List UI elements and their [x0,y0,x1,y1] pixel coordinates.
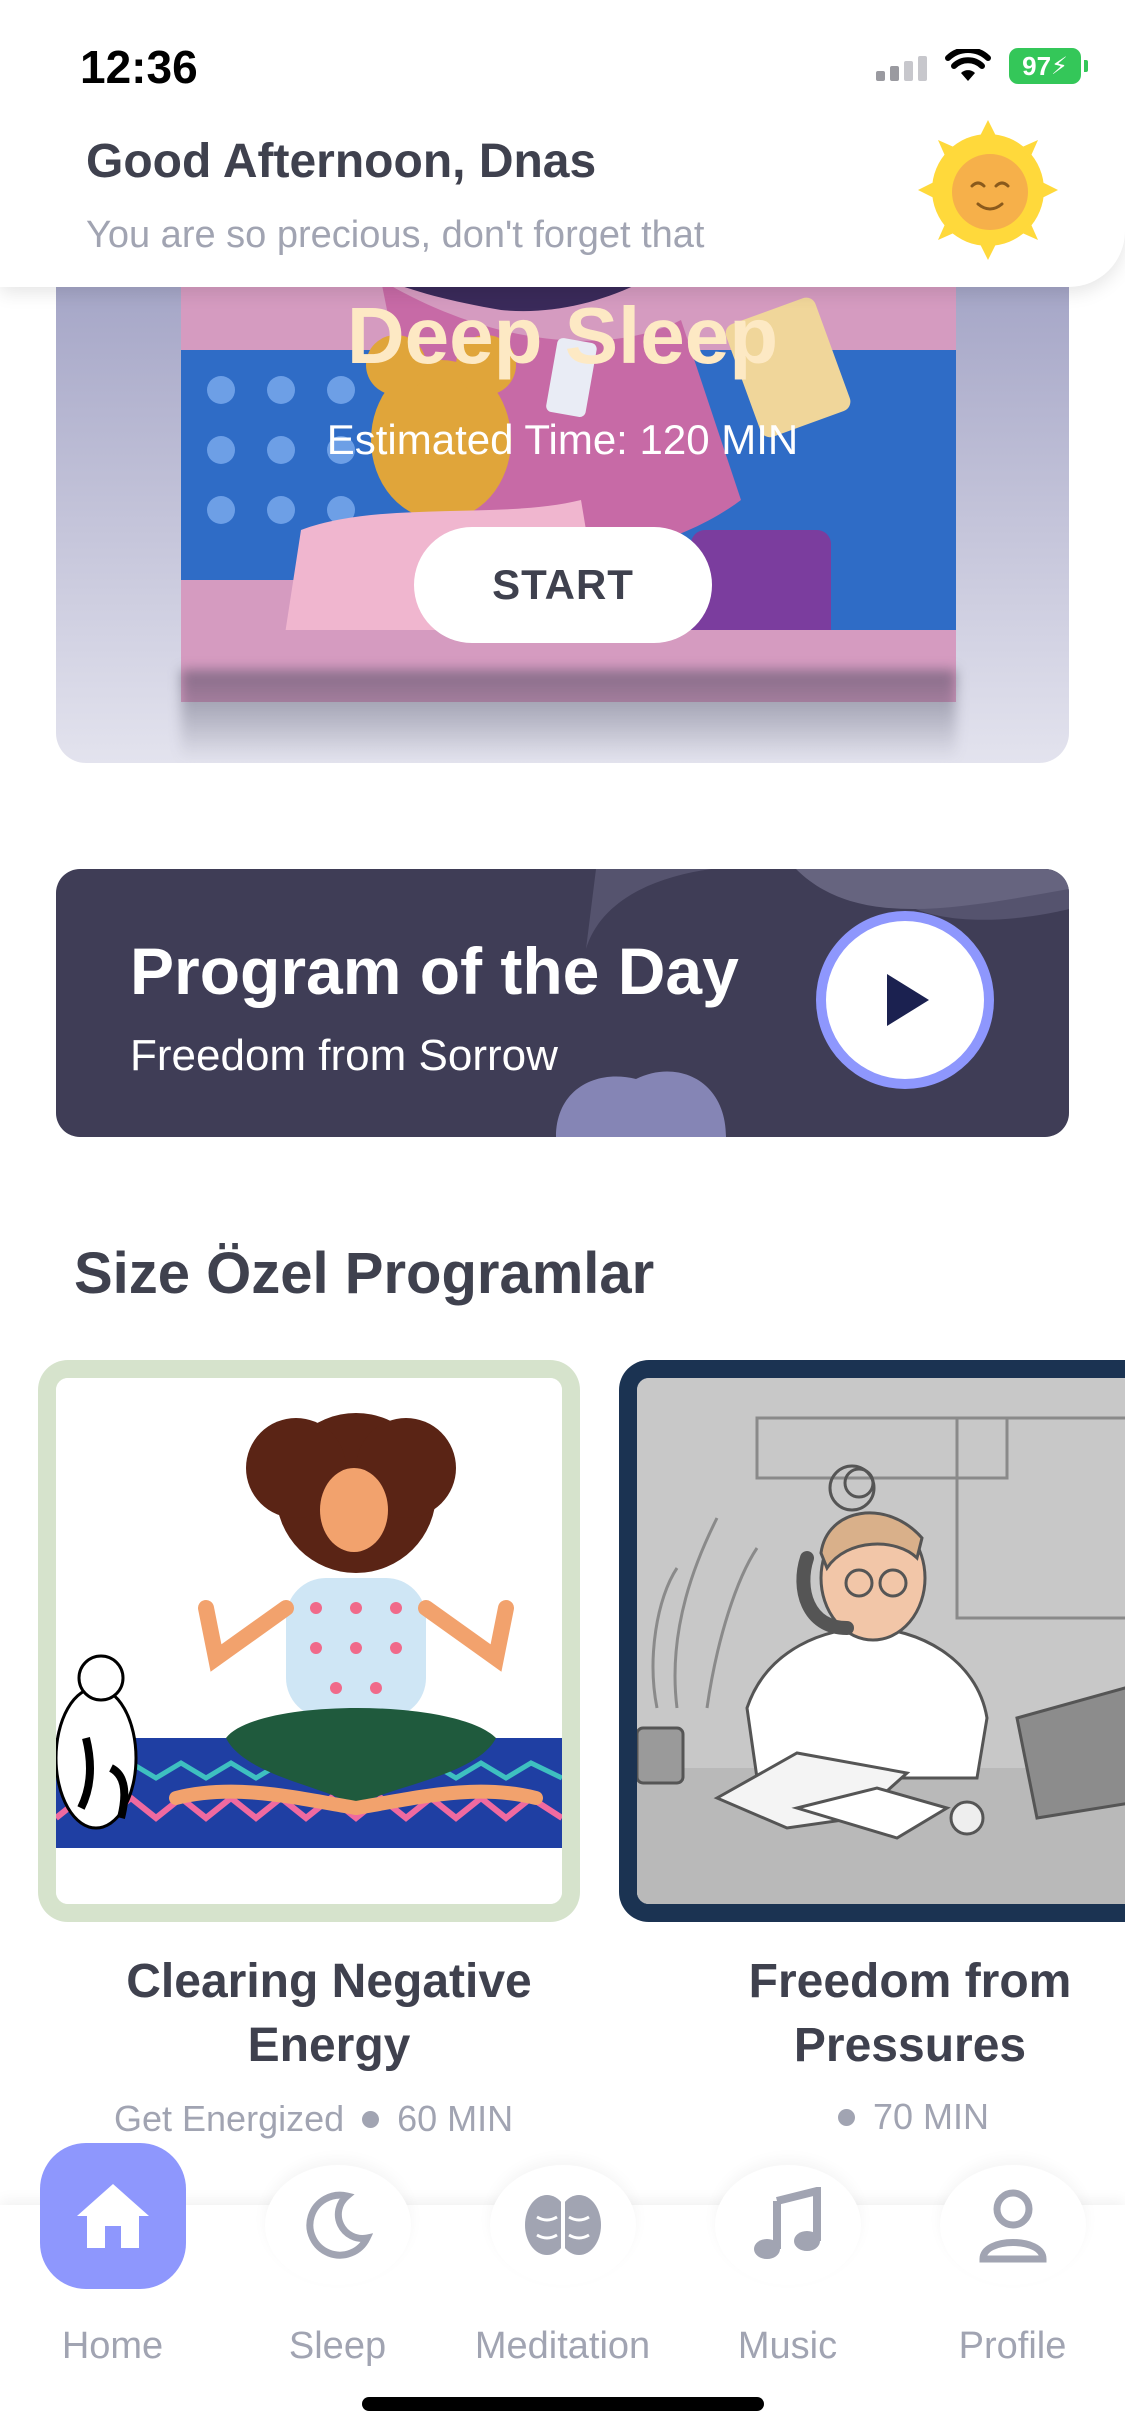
nav-label: Home [61,2325,164,2367]
header: 12:36 97 ⚡ Good Afternoon, Dnas You are s… [0,0,1125,287]
wifi-icon [945,49,991,81]
play-icon [887,974,929,1026]
featured-title: Deep Sleep [346,291,779,380]
nav-label: Music [737,2325,838,2367]
nav-label: Profile [958,2325,1067,2367]
home-indicator [362,2397,764,2411]
moon-icon [306,2191,373,2259]
cellular-signal-icon [876,51,927,81]
program-title: Clearing Negative Energy [38,1950,620,2078]
program-duration: 70 MIN [873,2096,990,2137]
program-of-day-title: Program of the Day [130,934,739,1008]
program-title-line1: Clearing Negative [126,1955,532,2008]
music-note-icon [754,2187,821,2259]
greeting-title: Good Afternoon, Dnas [86,135,597,188]
featured-estimated-time: Estimated Time: 120 MIN [326,416,799,463]
start-button[interactable]: START [414,527,712,643]
program-of-day-subtitle: Freedom from Sorrow [130,1031,558,1080]
status-time: 12:36 [80,41,198,93]
program-title-line2: Energy [247,2019,411,2072]
program-category: Get Energized [114,2098,345,2139]
profile-icon [979,2189,1047,2263]
program-title-line2: Pressures [793,2019,1027,2072]
stressed-man-illustration [637,1378,1125,1904]
program-meta: Get Energized 60 MIN [114,2098,513,2140]
brain-icon [525,2195,601,2255]
program-of-the-day-card[interactable]: Program of the Day Freedom from Sorrow [56,869,1069,1137]
greeting-subtitle: You are so precious, don't forget that [86,214,705,256]
home-icon [77,2184,149,2248]
battery-level: 97 [1022,50,1052,81]
separator-dot [838,2108,855,2126]
nav-home[interactable]: Home [0,2143,225,2436]
play-button[interactable] [816,911,994,1089]
separator-dot [362,2110,380,2128]
status-icons: 97 ⚡ [876,48,1088,84]
program-meta: 70 MIN [838,2096,989,2138]
sun-icon [918,120,1058,260]
battery-icon: 97 ⚡ [1009,48,1088,84]
program-card[interactable] [38,1360,580,1922]
nav-profile[interactable]: Profile [900,2165,1125,2436]
section-title: Size Özel Programlar [74,1241,655,1306]
nav-label: Sleep [288,2325,387,2367]
program-title: Freedom from Pressures [619,1950,1125,2078]
nav-label: Meditation [474,2325,651,2367]
program-duration: 60 MIN [397,2098,514,2139]
program-title-line1: Freedom from [748,1955,1072,2008]
card-shadow [181,670,956,760]
meditating-woman-illustration [56,1378,562,1904]
program-card[interactable] [619,1360,1125,1922]
